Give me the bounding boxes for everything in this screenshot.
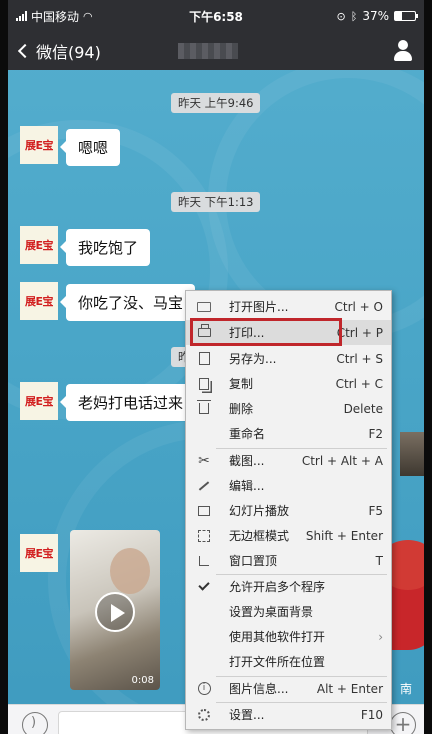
menu-item-print[interactable]: 打印... Ctrl + P — [186, 320, 391, 345]
menu-item-edit[interactable]: 编辑... — [186, 473, 391, 498]
menu-item-label: 截图... — [229, 454, 265, 468]
avatar[interactable]: 展E宝 — [20, 226, 58, 264]
menu-item-label: 删除 — [229, 402, 254, 416]
status-right: ⊙ ᛒ 37% — [276, 9, 418, 23]
slideshow-icon — [196, 503, 212, 519]
info-icon: i — [196, 681, 212, 697]
voice-icon[interactable] — [22, 712, 48, 734]
plus-icon[interactable]: + — [390, 712, 416, 734]
avatar[interactable]: 展E宝 — [20, 534, 58, 572]
menu-item-open-location[interactable]: 打开文件所在位置 — [186, 649, 391, 674]
menu-item-always-on-top[interactable]: 窗口置顶 T — [186, 548, 391, 573]
menu-item-allow-multiple[interactable]: 允许开启多个程序 — [186, 574, 391, 599]
menu-item-label: 复制 — [229, 377, 254, 391]
signal-icon — [16, 11, 27, 21]
folder-open-icon — [196, 299, 212, 315]
menu-item-shortcut: Delete — [343, 401, 383, 416]
video-message[interactable]: 0:08 — [70, 530, 160, 690]
bluetooth-icon: ᛒ — [350, 9, 358, 23]
menu-item-screenshot[interactable]: ✂ 截图... Ctrl + Alt + A — [186, 448, 391, 473]
menu-item-open-with[interactable]: 使用其他软件打开 › — [186, 624, 391, 649]
menu-item-label: 编辑... — [229, 479, 265, 493]
menu-item-shortcut: Alt + Enter — [316, 681, 383, 696]
chat-nav-bar: 微信(94) — [8, 32, 424, 70]
menu-item-label: 允许开启多个程序 — [229, 580, 326, 594]
menu-item-label: 设置为桌面背景 — [229, 605, 314, 619]
status-bar: 中国移动 ◠ 下午6:58 ⊙ ᛒ 37% — [8, 0, 424, 32]
message-bubble[interactable]: 你吃了没、马宝 — [59, 284, 196, 321]
battery-icon — [394, 11, 418, 21]
trash-icon — [196, 400, 212, 417]
status-left: 中国移动 ◠ — [16, 8, 156, 25]
menu-item-label: 图片信息... — [229, 682, 289, 696]
wifi-icon: ◠ — [83, 9, 93, 23]
message-bubble[interactable]: 嗯嗯 — [59, 129, 121, 166]
chevron-left-icon — [17, 43, 33, 59]
menu-item-shortcut: Ctrl + C — [335, 376, 383, 391]
menu-item-shortcut: Ctrl + P — [336, 325, 383, 340]
chat-title-blurred — [178, 43, 238, 59]
menu-item-label: 打印... — [229, 326, 265, 340]
context-menu: 打开图片... Ctrl + O 打印... Ctrl + P 另存为... C… — [185, 290, 392, 730]
back-button[interactable]: 微信(94) — [16, 39, 101, 63]
submenu-arrow-icon: › — [378, 629, 383, 644]
menu-item-shortcut: F5 — [368, 503, 383, 518]
menu-item-delete[interactable]: 删除 Delete — [186, 396, 391, 421]
menu-item-shortcut: Ctrl + S — [336, 351, 383, 366]
orientation-lock-icon: ⊙ — [336, 9, 346, 23]
menu-item-slideshow[interactable]: 幻灯片播放 F5 — [186, 498, 391, 523]
timestamp: 昨天 上午9:46 — [171, 93, 261, 113]
gear-icon — [196, 707, 212, 723]
scissors-icon: ✂ — [198, 452, 210, 469]
menu-item-shortcut: Ctrl + Alt + A — [301, 453, 383, 468]
pin-icon — [196, 553, 212, 569]
save-as-icon — [196, 351, 212, 367]
status-time: 下午6:58 — [189, 9, 243, 24]
menu-item-shortcut: Shift + Enter — [305, 528, 383, 543]
menu-item-settings[interactable]: 设置... F10 — [186, 702, 391, 727]
printer-icon — [196, 324, 212, 341]
video-thumbnail-subject — [110, 548, 150, 594]
menu-item-label: 打开图片... — [229, 300, 289, 314]
message-bubble[interactable]: 我吃饱了 — [59, 229, 151, 266]
menu-item-label: 窗口置顶 — [229, 554, 278, 568]
partial-hint-text: 南 — [400, 682, 413, 696]
timestamp: 昨天 下午1:13 — [171, 192, 261, 212]
menu-item-label: 使用其他软件打开 — [229, 630, 326, 644]
back-label: 微信(94) — [36, 43, 101, 62]
message-bubble[interactable]: 老妈打电话过来 — [59, 384, 196, 421]
menu-item-label: 重命名 — [229, 427, 266, 441]
copy-icon — [196, 376, 212, 392]
avatar[interactable]: 展E宝 — [20, 126, 58, 164]
menu-item-shortcut: F2 — [368, 426, 383, 441]
menu-item-open-image[interactable]: 打开图片... Ctrl + O — [186, 294, 391, 319]
menu-item-label: 设置... — [229, 708, 265, 722]
frameless-icon — [196, 528, 212, 544]
menu-item-label: 幻灯片播放 — [229, 504, 290, 518]
menu-item-save-as[interactable]: 另存为... Ctrl + S — [186, 346, 391, 371]
menu-item-label: 打开文件所在位置 — [229, 655, 326, 669]
menu-item-copy[interactable]: 复制 Ctrl + C — [186, 371, 391, 396]
check-icon — [196, 579, 212, 595]
menu-item-shortcut: T — [375, 553, 383, 568]
carrier-name: 中国移动 — [31, 9, 80, 24]
partial-photo — [400, 432, 424, 476]
menu-item-label: 无边框模式 — [229, 529, 290, 543]
menu-item-label: 另存为... — [229, 352, 277, 366]
avatar[interactable]: 展E宝 — [20, 282, 58, 320]
profile-icon[interactable] — [392, 39, 414, 63]
menu-item-shortcut: F10 — [360, 707, 383, 722]
video-duration: 0:08 — [131, 675, 154, 686]
avatar[interactable]: 展E宝 — [20, 382, 58, 420]
menu-item-image-info[interactable]: i 图片信息... Alt + Enter — [186, 676, 391, 701]
menu-item-rename[interactable]: 重命名 F2 — [186, 421, 391, 446]
menu-item-shortcut: Ctrl + O — [334, 299, 383, 314]
menu-item-set-wallpaper[interactable]: 设置为桌面背景 — [186, 599, 391, 624]
menu-item-frameless[interactable]: 无边框模式 Shift + Enter — [186, 523, 391, 548]
battery-percent: 37% — [362, 9, 389, 23]
pen-icon — [196, 478, 212, 494]
play-icon[interactable] — [95, 592, 135, 632]
